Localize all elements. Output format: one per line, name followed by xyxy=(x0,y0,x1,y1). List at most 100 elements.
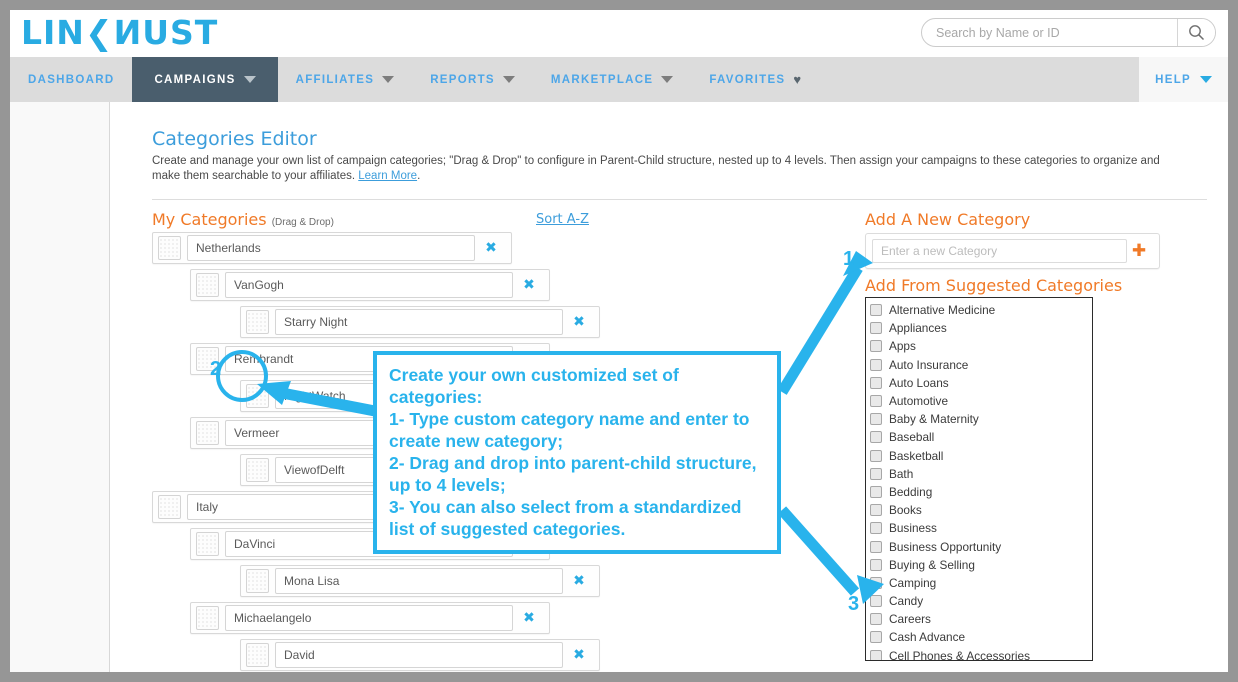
suggested-item[interactable]: Auto Insurance xyxy=(870,356,1092,374)
checkbox-icon[interactable] xyxy=(870,558,882,571)
checkbox-icon[interactable] xyxy=(870,613,882,626)
category-row[interactable]: ✖ xyxy=(190,269,550,301)
category-name-input[interactable] xyxy=(275,383,563,409)
checkbox-icon[interactable] xyxy=(870,413,882,426)
nav-item-favorites[interactable]: FAVORITES ♥ xyxy=(691,57,820,102)
remove-category-button[interactable]: ✖ xyxy=(475,499,507,515)
checkbox-icon[interactable] xyxy=(870,431,882,444)
category-name-input[interactable] xyxy=(225,531,513,557)
suggested-item[interactable]: Basketball xyxy=(870,447,1092,465)
category-row[interactable]: ✖ xyxy=(152,491,512,523)
suggested-item[interactable]: Baseball xyxy=(870,428,1092,446)
checkbox-icon[interactable] xyxy=(870,504,882,517)
sort-az-link[interactable]: Sort A-Z xyxy=(536,212,589,227)
suggested-item[interactable]: Appliances xyxy=(870,319,1092,337)
drag-handle-icon[interactable] xyxy=(246,458,269,482)
suggested-item[interactable]: Alternative Medicine xyxy=(870,301,1092,319)
remove-category-button[interactable]: ✖ xyxy=(563,462,595,478)
drag-handle-icon[interactable] xyxy=(196,606,219,630)
drag-handle-icon[interactable] xyxy=(196,421,219,445)
category-name-input[interactable] xyxy=(275,309,563,335)
add-category-button[interactable]: ✚ xyxy=(1127,241,1151,261)
category-name-input[interactable] xyxy=(225,605,513,631)
category-row[interactable]: ✖ xyxy=(240,380,600,412)
nav-item-marketplace[interactable]: MARKETPLACE xyxy=(533,57,691,102)
remove-category-button[interactable]: ✖ xyxy=(513,277,545,293)
checkbox-icon[interactable] xyxy=(870,595,882,608)
nav-item-dashboard[interactable]: DASHBOARD xyxy=(10,57,132,102)
checkbox-icon[interactable] xyxy=(870,522,882,535)
suggested-item[interactable]: Baby & Maternity xyxy=(870,410,1092,428)
category-row[interactable]: ✖ xyxy=(240,306,600,338)
category-name-input[interactable] xyxy=(275,568,563,594)
suggested-item[interactable]: Camping xyxy=(870,574,1092,592)
category-row[interactable]: ✖ xyxy=(190,602,550,634)
drag-handle-icon[interactable] xyxy=(246,310,269,334)
remove-category-button[interactable]: ✖ xyxy=(513,351,545,367)
checkbox-icon[interactable] xyxy=(870,340,882,353)
category-row[interactable]: ✖ xyxy=(190,343,550,375)
linktrust-logo[interactable]: LIN❮ИUSТ xyxy=(21,13,218,52)
drag-handle-icon[interactable] xyxy=(196,273,219,297)
global-search[interactable] xyxy=(921,18,1216,47)
checkbox-icon[interactable] xyxy=(870,449,882,462)
suggested-item[interactable]: Auto Loans xyxy=(870,374,1092,392)
suggested-item[interactable]: Business xyxy=(870,519,1092,537)
category-row[interactable]: ✖ xyxy=(240,454,600,486)
category-name-input[interactable] xyxy=(225,420,513,446)
remove-category-button[interactable]: ✖ xyxy=(563,647,595,663)
nav-item-campaigns[interactable]: CAMPAIGNS xyxy=(132,57,278,102)
search-input[interactable] xyxy=(922,19,1177,46)
category-name-input[interactable] xyxy=(275,457,563,483)
drag-handle-icon[interactable] xyxy=(158,495,181,519)
checkbox-icon[interactable] xyxy=(870,485,882,498)
remove-category-button[interactable]: ✖ xyxy=(563,314,595,330)
category-name-input[interactable] xyxy=(187,235,475,261)
checkbox-icon[interactable] xyxy=(870,304,882,317)
remove-category-button[interactable]: ✖ xyxy=(513,610,545,626)
drag-handle-icon[interactable] xyxy=(246,643,269,667)
checkbox-icon[interactable] xyxy=(870,376,882,389)
checkbox-icon[interactable] xyxy=(870,649,882,660)
category-name-input[interactable] xyxy=(187,494,475,520)
suggested-item[interactable]: Candy xyxy=(870,592,1092,610)
suggested-item[interactable]: Bath xyxy=(870,465,1092,483)
suggested-item[interactable]: Careers xyxy=(870,610,1092,628)
category-name-input[interactable] xyxy=(225,272,513,298)
nav-item-affiliates[interactable]: AFFILIATES xyxy=(278,57,413,102)
checkbox-icon[interactable] xyxy=(870,576,882,589)
suggested-item[interactable]: Bedding xyxy=(870,483,1092,501)
suggested-item[interactable]: Buying & Selling xyxy=(870,556,1092,574)
remove-category-button[interactable]: ✖ xyxy=(475,240,507,256)
remove-category-button[interactable]: ✖ xyxy=(563,388,595,404)
suggested-item[interactable]: Cell Phones & Accessories xyxy=(870,647,1092,660)
nav-item-reports[interactable]: REPORTS xyxy=(412,57,533,102)
category-row[interactable]: ✖ xyxy=(240,639,600,671)
suggested-item[interactable]: Books xyxy=(870,501,1092,519)
checkbox-icon[interactable] xyxy=(870,358,882,371)
remove-category-button[interactable]: ✖ xyxy=(513,425,545,441)
checkbox-icon[interactable] xyxy=(870,395,882,408)
category-row[interactable]: ✖ xyxy=(240,565,600,597)
suggested-item[interactable]: Cash Advance xyxy=(870,628,1092,646)
nav-item-help[interactable]: HELP xyxy=(1139,57,1228,102)
checkbox-icon[interactable] xyxy=(870,540,882,553)
drag-handle-icon[interactable] xyxy=(158,236,181,260)
drag-handle-icon[interactable] xyxy=(196,532,219,556)
suggested-item[interactable]: Business Opportunity xyxy=(870,537,1092,555)
suggested-item[interactable]: Apps xyxy=(870,337,1092,355)
search-button[interactable] xyxy=(1177,19,1215,46)
drag-handle-icon[interactable] xyxy=(196,347,219,371)
new-category-input[interactable] xyxy=(872,239,1127,263)
category-row[interactable]: ✖ xyxy=(152,232,512,264)
category-name-input[interactable] xyxy=(275,642,563,668)
checkbox-icon[interactable] xyxy=(870,467,882,480)
drag-handle-icon[interactable] xyxy=(246,384,269,408)
remove-category-button[interactable]: ✖ xyxy=(513,536,545,552)
suggested-item[interactable]: Automotive xyxy=(870,392,1092,410)
category-row[interactable]: ✖ xyxy=(190,417,550,449)
remove-category-button[interactable]: ✖ xyxy=(563,573,595,589)
suggested-categories-list[interactable]: Alternative Medicine Appliances Apps Aut… xyxy=(865,297,1093,661)
category-row[interactable]: ✖ xyxy=(190,528,550,560)
drag-handle-icon[interactable] xyxy=(246,569,269,593)
